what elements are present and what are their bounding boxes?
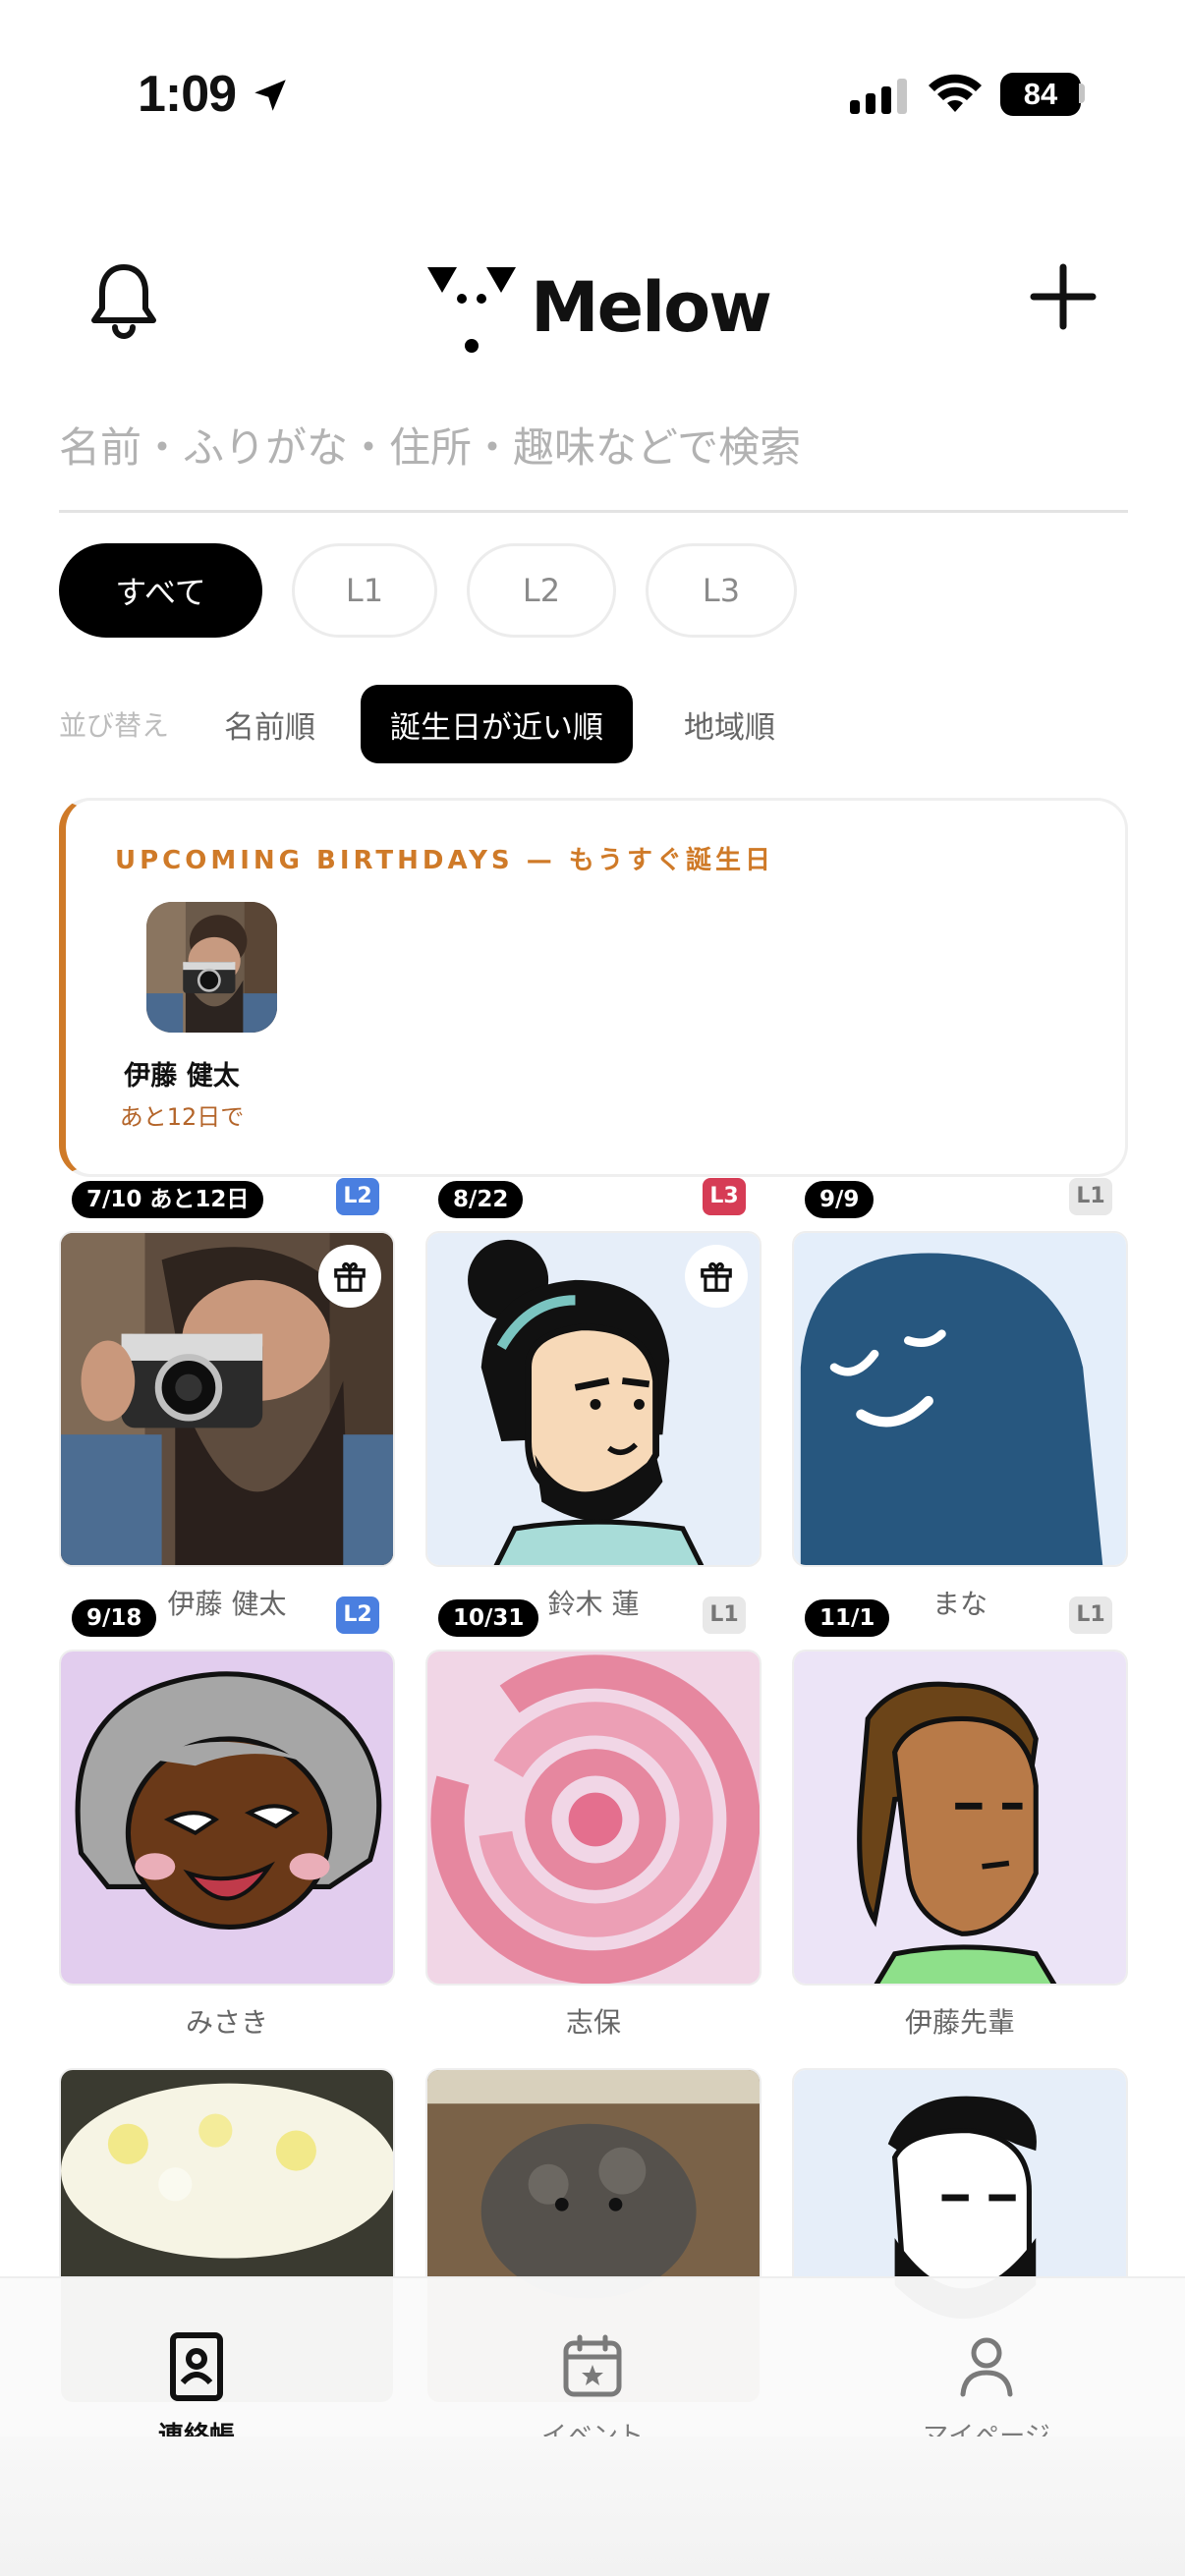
birthday-pill: 7/10 あと12日 bbox=[69, 1178, 267, 1221]
level-badge: L1 bbox=[703, 1596, 746, 1634]
logo-face-icon bbox=[427, 267, 516, 353]
pattern-avatar bbox=[427, 1652, 760, 1984]
level-badge: L2 bbox=[336, 1178, 379, 1215]
battery-cap bbox=[1079, 84, 1085, 103]
header: Melow bbox=[0, 226, 1185, 364]
person-icon bbox=[960, 2337, 1013, 2397]
upcoming-title: UPCOMING BIRTHDAYS — もうすぐ誕生日 bbox=[115, 846, 774, 875]
search-bar bbox=[59, 403, 1128, 513]
gift-button[interactable] bbox=[685, 1245, 748, 1308]
contact-name: 志保 bbox=[565, 2006, 621, 2039]
notifications-button[interactable] bbox=[81, 255, 167, 342]
cellular-signal-icon bbox=[850, 79, 907, 114]
status-bar: 1:09 84 bbox=[0, 0, 1185, 187]
birthday-pill: 11/1 bbox=[802, 1596, 893, 1640]
birthday-pill: 10/31 bbox=[435, 1596, 542, 1640]
ghost-avatar bbox=[794, 1233, 1126, 1565]
sort-options: 並び替え 名前順 誕生日が近い順 地域順 bbox=[59, 685, 805, 763]
level-badge: L3 bbox=[703, 1178, 746, 1215]
illustrated-avatar bbox=[61, 1652, 393, 1984]
plus-icon bbox=[1030, 263, 1097, 330]
sort-by-region[interactable]: 地域順 bbox=[654, 685, 805, 763]
status-time: 1:09 bbox=[138, 66, 237, 123]
contact-photo bbox=[59, 1650, 395, 1986]
sort-by-birthday[interactable]: 誕生日が近い順 bbox=[361, 685, 634, 763]
sort-by-name[interactable]: 名前順 bbox=[224, 685, 345, 763]
upcoming-name: 伊藤 健太 bbox=[124, 1061, 240, 1092]
contact-name: みさき bbox=[185, 2006, 268, 2039]
sort-label: 並び替え bbox=[59, 709, 170, 742]
birthday-pill: 9/18 bbox=[69, 1596, 160, 1640]
location-arrow-icon bbox=[254, 80, 286, 111]
photographer-photo bbox=[146, 902, 277, 1033]
level-filter: すべて L1 L2 L3 bbox=[59, 543, 797, 638]
illustrated-avatar bbox=[794, 1652, 1126, 1984]
bell-icon bbox=[91, 264, 156, 339]
contact-name: 伊藤先輩 bbox=[904, 2006, 1015, 2039]
gift-icon bbox=[334, 1261, 366, 1292]
address-book-icon bbox=[170, 2332, 223, 2401]
filter-l3[interactable]: L3 bbox=[646, 543, 797, 638]
level-badge: L1 bbox=[1069, 1596, 1112, 1634]
search-input[interactable] bbox=[59, 403, 1128, 491]
home-indicator-area bbox=[0, 2436, 1185, 2576]
wifi-icon bbox=[929, 74, 982, 112]
gift-icon bbox=[701, 1261, 732, 1292]
filter-all[interactable]: すべて bbox=[59, 543, 262, 638]
contact-photo bbox=[792, 1650, 1128, 1986]
gift-button[interactable] bbox=[318, 1245, 381, 1308]
filter-l2[interactable]: L2 bbox=[467, 543, 616, 638]
battery-indicator: 84 bbox=[1000, 73, 1081, 116]
level-badge: L1 bbox=[1069, 1178, 1112, 1215]
app-title: Melow bbox=[531, 267, 772, 348]
upcoming-avatar[interactable] bbox=[146, 902, 277, 1033]
contact-photo bbox=[792, 1231, 1128, 1567]
contact-photo bbox=[425, 1650, 762, 1986]
birthday-pill: 8/22 bbox=[435, 1178, 527, 1221]
level-badge: L2 bbox=[336, 1596, 379, 1634]
add-contact-button[interactable] bbox=[1022, 255, 1104, 338]
upcoming-birthdays-card: UPCOMING BIRTHDAYS — もうすぐ誕生日 伊藤 健太 あと12日… bbox=[59, 798, 1128, 1177]
calendar-star-icon bbox=[563, 2334, 622, 2397]
birthday-pill: 9/9 bbox=[802, 1178, 877, 1221]
upcoming-days: あと12日で bbox=[119, 1103, 245, 1131]
filter-l1[interactable]: L1 bbox=[292, 543, 437, 638]
